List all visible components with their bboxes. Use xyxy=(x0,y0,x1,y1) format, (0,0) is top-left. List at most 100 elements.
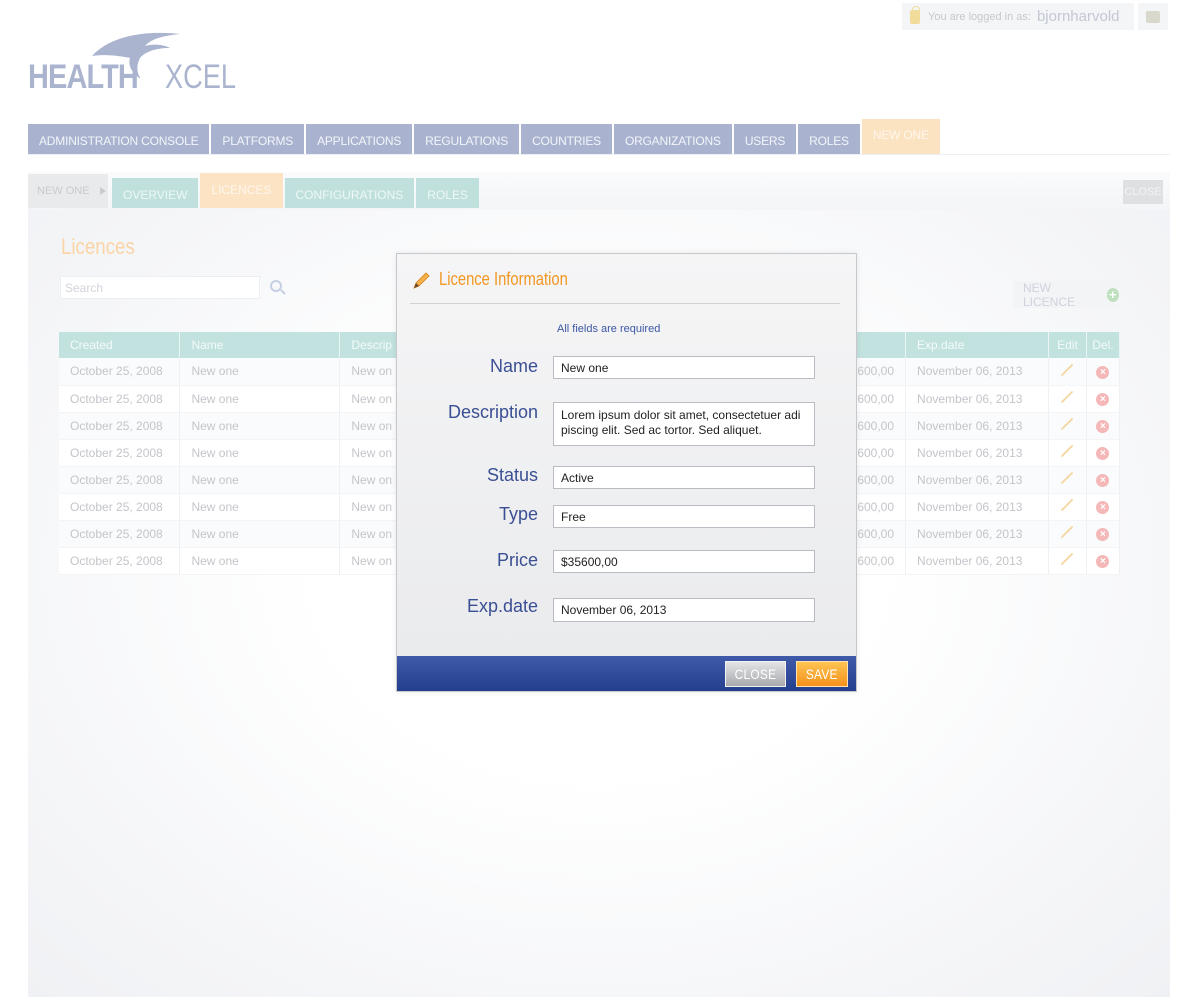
sub-nav: NEW ONE OVERVIEW LICENCES CONFIGURATIONS… xyxy=(28,173,481,208)
cell-created: October 25, 2008 xyxy=(59,358,181,386)
cell-name: New one xyxy=(179,547,341,575)
dialog-footer: CLOSE SAVE xyxy=(397,656,856,691)
close-section-button[interactable]: CLOSE xyxy=(1123,180,1163,204)
cell-delete: × xyxy=(1086,520,1121,548)
login-status: You are logged in as: bjornharvold xyxy=(902,3,1134,30)
tab-countries[interactable]: COUNTRIES xyxy=(521,124,612,154)
search-icon[interactable] xyxy=(270,280,282,292)
breadcrumb-new-one[interactable]: NEW ONE xyxy=(28,174,108,208)
edit-icon[interactable] xyxy=(1061,498,1074,512)
arrow-right-icon xyxy=(99,187,106,195)
edit-icon[interactable] xyxy=(1061,390,1074,404)
logged-in-label: You are logged in as: xyxy=(928,10,1031,23)
cell-edit xyxy=(1048,493,1087,521)
required-note: All fields are required xyxy=(557,323,661,335)
edit-icon[interactable] xyxy=(1061,525,1074,539)
status-field[interactable]: Active xyxy=(553,466,815,489)
cell-name: New one xyxy=(179,385,341,413)
column-header-name[interactable]: Name xyxy=(179,332,341,358)
dialog-header: Licence Information xyxy=(410,254,840,304)
cell-exp-date: November 06, 2013 xyxy=(905,493,1049,521)
tab-platforms[interactable]: PLATFORMS xyxy=(211,124,305,154)
main-nav: ADMINISTRATION CONSOLE PLATFORMS APPLICA… xyxy=(28,119,942,154)
edit-icon[interactable] xyxy=(1061,363,1074,377)
edit-icon[interactable] xyxy=(1061,444,1074,458)
column-header-delete: Del. xyxy=(1086,332,1121,358)
exp-date-field[interactable]: November 06, 2013 xyxy=(553,598,815,622)
cell-created: October 25, 2008 xyxy=(59,439,181,467)
tab-roles[interactable]: ROLES xyxy=(798,124,860,154)
cell-delete: × xyxy=(1086,547,1121,575)
delete-icon[interactable]: × xyxy=(1096,474,1110,487)
search-input[interactable]: Search xyxy=(60,276,260,299)
logout-icon xyxy=(1146,10,1160,23)
cell-exp-date: November 06, 2013 xyxy=(905,520,1049,548)
delete-icon[interactable]: × xyxy=(1096,528,1110,541)
type-field[interactable]: Free xyxy=(553,505,815,528)
edit-icon[interactable] xyxy=(1061,417,1074,431)
username[interactable]: bjornharvold xyxy=(1037,8,1120,25)
cell-exp-date: November 06, 2013 xyxy=(905,439,1049,467)
tab-regulations[interactable]: REGULATIONS xyxy=(414,124,520,154)
tab-administration-console[interactable]: ADMINISTRATION CONSOLE xyxy=(28,124,210,154)
delete-icon[interactable]: × xyxy=(1096,420,1110,433)
description-field[interactable]: Lorem ipsum dolor sit amet, consectetuer… xyxy=(553,402,815,446)
close-button[interactable]: CLOSE xyxy=(725,661,786,687)
cell-edit xyxy=(1048,412,1087,440)
tab-overview[interactable]: OVERVIEW xyxy=(112,178,199,208)
cell-created: October 25, 2008 xyxy=(59,520,181,548)
close-button-label: CLOSE xyxy=(734,666,777,682)
licence-information-dialog: Licence Information All fields are requi… xyxy=(396,253,857,692)
price-label: Price xyxy=(496,550,538,570)
cell-name: New one xyxy=(179,493,341,521)
pencil-icon xyxy=(413,272,430,289)
cell-delete: × xyxy=(1086,466,1121,494)
dialog-title: Licence Information xyxy=(439,269,568,289)
breadcrumb-label: NEW ONE xyxy=(37,185,90,197)
tab-applications[interactable]: APPLICATIONS xyxy=(306,124,413,154)
column-header-exp-date[interactable]: Exp.date xyxy=(905,332,1049,358)
cell-exp-date: November 06, 2013 xyxy=(905,358,1049,386)
cell-name: New one xyxy=(179,358,341,386)
name-field[interactable]: New one xyxy=(553,356,815,379)
nav-divider xyxy=(28,154,1170,155)
cell-name: New one xyxy=(179,412,341,440)
logo-health-text: HEALTH xyxy=(28,58,139,96)
exp-date-label: Exp.date xyxy=(466,596,538,616)
tab-sub-roles[interactable]: ROLES xyxy=(416,178,479,208)
cell-edit xyxy=(1048,466,1087,494)
delete-icon[interactable]: × xyxy=(1096,501,1110,514)
tab-organizations[interactable]: ORGANIZATIONS xyxy=(613,124,732,154)
cell-created: October 25, 2008 xyxy=(59,547,181,575)
tab-licences[interactable]: LICENCES xyxy=(200,173,283,208)
edit-icon[interactable] xyxy=(1061,471,1074,485)
status-label: Status xyxy=(486,465,538,485)
cell-exp-date: November 06, 2013 xyxy=(905,412,1049,440)
new-licence-button[interactable]: NEW LICENCE + xyxy=(1013,281,1119,309)
cell-created: October 25, 2008 xyxy=(59,466,181,494)
cell-delete: × xyxy=(1086,439,1121,467)
tab-new-one[interactable]: NEW ONE xyxy=(861,119,940,154)
type-label: Type xyxy=(498,504,538,524)
cell-exp-date: November 06, 2013 xyxy=(905,385,1049,413)
cell-created: October 25, 2008 xyxy=(59,412,181,440)
tab-configurations[interactable]: CONFIGURATIONS xyxy=(284,178,415,208)
delete-icon[interactable]: × xyxy=(1096,555,1110,568)
logo-xcel-text: XCEL xyxy=(165,58,237,96)
column-header-created[interactable]: Created xyxy=(59,332,181,358)
logout-button[interactable] xyxy=(1138,3,1168,30)
cell-edit xyxy=(1048,547,1087,575)
tab-users[interactable]: USERS xyxy=(733,124,797,154)
price-field[interactable]: $35600,00 xyxy=(553,550,815,573)
edit-icon[interactable] xyxy=(1061,552,1074,566)
cell-name: New one xyxy=(179,466,341,494)
delete-icon[interactable]: × xyxy=(1096,365,1110,379)
delete-icon[interactable]: × xyxy=(1096,447,1110,460)
delete-icon[interactable]: × xyxy=(1096,393,1110,406)
save-button[interactable]: SAVE xyxy=(796,661,848,687)
description-label: Description xyxy=(447,402,538,422)
page-title: Licences xyxy=(61,234,135,259)
cell-edit xyxy=(1048,520,1087,548)
cell-exp-date: November 06, 2013 xyxy=(905,547,1049,575)
cell-exp-date: November 06, 2013 xyxy=(905,466,1049,494)
